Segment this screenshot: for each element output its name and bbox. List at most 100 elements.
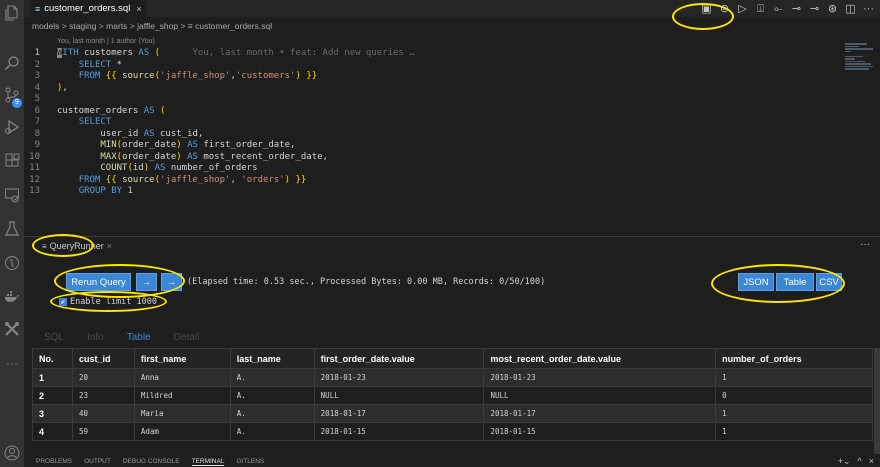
gitlens-blame-annotation[interactable]: You, last month | 1 author (You) [57,38,155,45]
close-panel-icon[interactable]: × [869,456,874,467]
export-json-button[interactable]: JSON [738,273,774,291]
split-editor-icon[interactable]: ◫ [845,3,856,15]
column-header[interactable]: first_order_date.value [313,348,485,369]
results-table: No. cust_id first_name last_name first_o… [32,348,873,441]
table-cell: Adam [133,422,231,441]
extensions-icon[interactable] [3,152,21,170]
code-line: 9 MIN(order_date) AS first_order_date, [24,140,824,152]
table-row[interactable]: 4 59 Adam A. 2018-01-15 2018-01-15 1 [32,422,873,441]
table-cell: 40 [71,404,135,423]
column-header[interactable]: first_name [133,348,231,369]
table-row[interactable]: 2 23 Mildred A. NULL NULL 0 [32,386,873,405]
run-debug-icon[interactable] [3,118,21,136]
result-tabs: SQL Info Table Detail [44,332,199,343]
remote-explorer-icon[interactable] [3,186,21,204]
queryrunner-close-icon[interactable]: × [107,241,112,251]
tab-info[interactable]: Info [87,332,104,343]
table-cell: 20 [71,368,135,387]
tab-gitlens[interactable]: GITLENS [236,458,264,466]
table-cell: Maria [133,404,231,423]
column-header[interactable]: No. [32,348,73,369]
export-csv-button[interactable]: CSV [816,273,842,291]
line-number: 12 [29,174,40,185]
run-model-icon[interactable]: ⍗ [755,3,766,15]
source-control-badge: 9 [12,98,22,108]
tab-queryrunner[interactable]: ≡ QueryRunner × [42,241,112,251]
panel-file-icon: ≡ [42,241,47,251]
minimap[interactable] [845,42,875,82]
tab-debug-console[interactable]: DEBUG CONSOLE [123,458,180,466]
table-cell: 23 [71,386,135,405]
code-line: 8 user_id AS cust_id, [24,129,824,141]
maximize-panel-icon[interactable]: ^ [858,456,862,467]
column-header[interactable]: number_of_orders [715,348,873,369]
explorer-icon[interactable] [3,4,21,22]
tab-sql[interactable]: SQL [44,332,64,343]
column-header[interactable]: cust_id [71,348,135,369]
code-line: 5 [24,94,824,106]
table-cell: 3 [32,404,73,423]
editor-tab-bar: ≡ customer_orders.sql × ▣ ⊚ ▷ ⍗ ⟜ ⊸ ⊸ ⊛ … [24,0,880,17]
line-number: 8 [34,128,40,139]
tab-terminal[interactable]: TERMINAL [191,458,225,466]
tab-label: customer_orders.sql [44,3,131,14]
queryrunner-tab-label: QueryRunner [49,241,104,251]
tools-icon[interactable] [3,320,21,338]
line-number: 9 [34,140,40,150]
git-next-icon[interactable]: ⊸ [809,3,820,15]
run-icon[interactable]: ▷ [737,3,748,15]
tab-table[interactable]: Table [127,332,151,343]
gitlens-inspect-icon[interactable]: ⊛ [827,3,838,15]
tab-customer-orders[interactable]: ≡ customer_orders.sql × [31,0,146,17]
panel-header: ≡ QueryRunner × ··· [24,236,880,256]
editor-toolbar: ▣ ⊚ ▷ ⍗ ⟜ ⊸ ⊸ ⊛ ◫ ··· [701,2,874,15]
table-cell: Mildred [133,386,231,405]
line-number: 1 [34,48,40,58]
table-cell: 1 [32,368,73,387]
gitlens-icon[interactable] [3,254,21,272]
table-cell: 0 [715,386,873,405]
new-terminal-icon[interactable]: +⌄ [838,456,851,467]
export-table-button[interactable]: Table [776,273,814,291]
enable-limit-checkbox[interactable]: ✔ [59,298,67,306]
table-cell: A. [229,422,315,441]
panel-more-icon[interactable]: ··· [860,239,870,250]
account-icon[interactable] [3,444,21,462]
git-commit-icon[interactable]: ⊸ [791,3,802,15]
column-header[interactable]: most_recent_order_date.value [483,348,717,369]
tab-close-icon[interactable]: × [136,4,141,14]
editor-more-icon[interactable]: ··· [863,3,874,15]
next-page-button[interactable]: → [161,273,182,291]
code-editor[interactable]: 1 WITH customers AS ( You, last month • f… [24,48,824,232]
git-previous-icon[interactable]: ⟜ [773,3,784,15]
table-cell: 1 [715,422,873,441]
tab-problems[interactable]: PROBLEMS [36,458,72,466]
sql-file-icon: ≡ [35,3,41,14]
breadcrumb[interactable]: models > staging > marts > jaffle_shop >… [32,20,272,32]
testing-icon[interactable] [3,220,21,238]
table-cell: 2018-01-15 [313,422,485,441]
table-cell: 2018-01-17 [313,404,485,423]
table-scrollbar[interactable] [874,348,880,454]
enable-limit-label: Enable limit 1000 [70,297,157,307]
table-cell: NULL [483,386,717,405]
docker-icon[interactable] [3,288,21,306]
dbt-compile-icon[interactable]: ⊚ [719,3,730,15]
tab-detail[interactable]: Detail [174,332,200,343]
rerun-query-button[interactable]: Rerun Query [66,273,131,291]
code-line: 7 SELECT [24,117,824,129]
table-row[interactable]: 1 20 Anna A. 2018-01-23 2018-01-23 1 [32,368,873,387]
enable-limit-option[interactable]: ✔ Enable limit 1000 [59,297,157,307]
code-line: 3 FROM {{ source('jaffle_shop','customer… [24,71,824,83]
table-cell: A. [229,368,315,387]
table-cell: 2018-01-23 [313,368,485,387]
column-header[interactable]: last_name [229,348,315,369]
open-preview-icon[interactable]: ▣ [701,3,712,15]
table-row[interactable]: 3 40 Maria A. 2018-01-17 2018-01-17 1 [32,404,873,423]
search-icon[interactable] [3,54,21,72]
line-number: 3 [34,71,40,81]
prev-page-button[interactable]: → [136,273,157,291]
more-actions-icon[interactable]: ··· [3,354,21,372]
table-cell: 2018-01-23 [483,368,717,387]
tab-output[interactable]: OUTPUT [84,458,111,466]
